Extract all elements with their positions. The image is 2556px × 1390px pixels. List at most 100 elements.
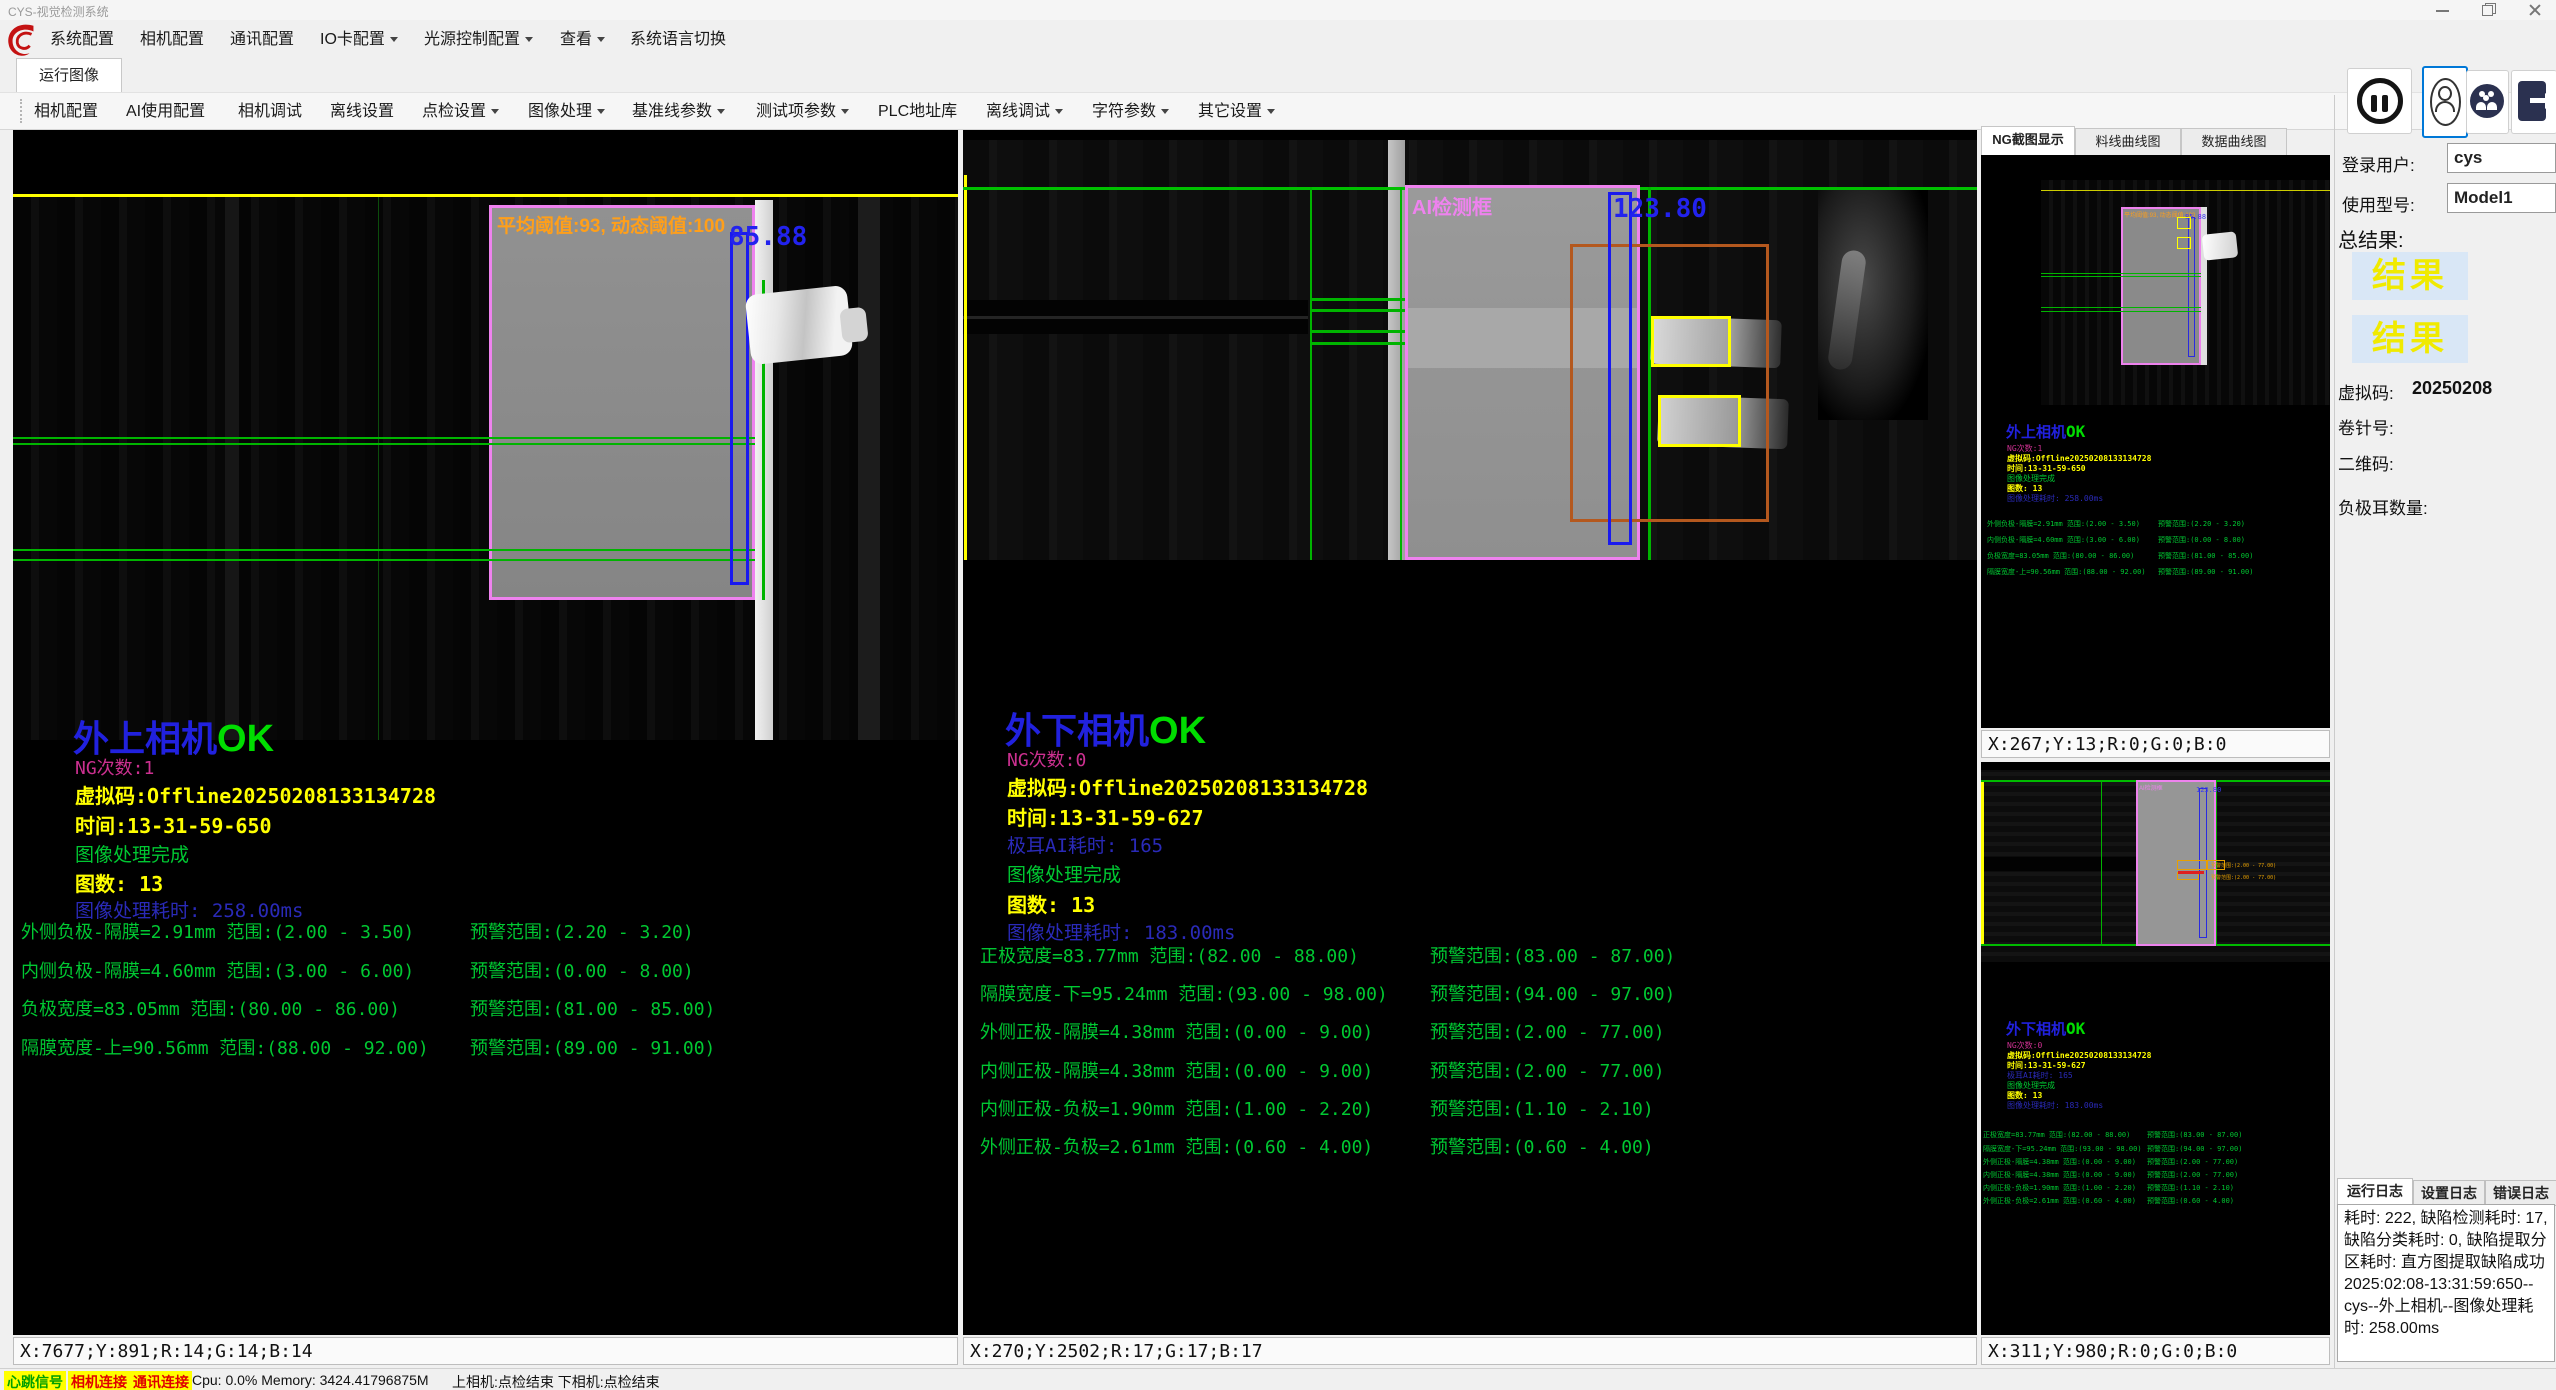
image-texture bbox=[963, 316, 1308, 319]
right-camera-view[interactable]: AI检测框 123.80 外下相机OK NG次数:0 虚拟码:Offline20… bbox=[963, 130, 1977, 1335]
left-camera-image bbox=[13, 194, 958, 740]
measurement-row: 内侧正极-负极=1.90mm 范围:(1.00 - 2.20) bbox=[980, 1095, 1373, 1121]
time-text: 时间:13-31-59-627 bbox=[1007, 802, 1204, 831]
menu-io-config[interactable]: IO卡配置 bbox=[320, 20, 398, 58]
mini-meas: 外侧正极-隔膜=4.38mm 范围:(0.00 - 9.00) bbox=[1983, 1157, 2136, 1167]
mini-annotation: 预警范围:(2.00 - 77.00) bbox=[2211, 874, 2276, 881]
mini-meas: 负极宽度=83.05mm 范围:(80.00 - 86.00) bbox=[1987, 551, 2134, 561]
tool-spotcheck-set[interactable]: 点检设置 bbox=[422, 93, 499, 129]
mini-green-line bbox=[2041, 307, 2201, 308]
mini-green-line bbox=[2041, 273, 2201, 274]
mini-width-value: 123.80 bbox=[2196, 786, 2221, 794]
mini-meas: 内侧负极-隔膜=4.60mm 范围:(3.00 - 6.00) bbox=[1987, 535, 2140, 545]
negative-tab-count-label: 负极耳数量: bbox=[2338, 494, 2428, 519]
virtual-code-value: 20250208 bbox=[2412, 378, 2492, 399]
virtual-code-label: 虚拟码: bbox=[2338, 379, 2394, 404]
green-measure-line bbox=[13, 437, 755, 439]
camera-link-badge: 相机连接 bbox=[68, 1371, 130, 1390]
mini-sheet-edge bbox=[2201, 207, 2207, 365]
measurement-row: 外侧负极-隔膜=2.91mm 范围:(2.00 - 3.50) bbox=[21, 918, 414, 944]
menu-light-config[interactable]: 光源控制配置 bbox=[424, 20, 533, 58]
mini-green-line bbox=[2101, 780, 2102, 946]
dropdown-icon bbox=[717, 109, 725, 114]
app-logo-icon bbox=[4, 21, 42, 59]
run-log-text[interactable]: 耗时: 222, 缺陷检测耗时: 17, 缺陷分类耗时: 0, 缺陷提取分区耗时… bbox=[2337, 1204, 2555, 1362]
tool-ai-config[interactable]: AI使用配置 bbox=[126, 93, 205, 129]
tab-run-log[interactable]: 运行日志 bbox=[2337, 1178, 2413, 1205]
left-camera-view[interactable]: 平均阈值:93, 动态阈值:100 85.88 外上相机OK NG次数:1 虚拟… bbox=[13, 130, 958, 1335]
menu-language-switch[interactable]: 系统语言切换 bbox=[630, 20, 726, 58]
measurement-row: 正极宽度=83.77mm 范围:(82.00 - 88.00) bbox=[980, 942, 1359, 968]
measurement-warn: 预警范围:(0.60 - 4.00) bbox=[1430, 1133, 1654, 1159]
ng-preview-top[interactable]: 平均阈值:93, 动态阈值:100 85.88 外上相机OK NG次数:1 虚拟… bbox=[1981, 155, 2330, 728]
menu-camera-config[interactable]: 相机配置 bbox=[140, 20, 204, 58]
ng-tab-bar: NG截图显示 料线曲线图 数据曲线图 bbox=[1981, 125, 2330, 155]
mini-meas: 预警范围:(2.00 - 77.00) bbox=[2147, 1170, 2238, 1180]
window-title: CYS-视觉检测系统 bbox=[8, 3, 109, 20]
tab-run-image[interactable]: 运行图像 bbox=[16, 58, 122, 92]
menu-view[interactable]: 查看 bbox=[560, 20, 605, 58]
dropdown-icon bbox=[1161, 109, 1169, 114]
tool-offline-debug[interactable]: 离线调试 bbox=[986, 93, 1063, 129]
dropdown-icon bbox=[597, 109, 605, 114]
restore-button-icon[interactable] bbox=[2473, 2, 2503, 18]
dropdown-icon bbox=[597, 37, 605, 42]
width-value-text: 85.88 bbox=[729, 222, 807, 252]
tool-offline-set[interactable]: 离线设置 bbox=[330, 93, 394, 129]
virtual-code-text: 虚拟码:Offline20250208133134728 bbox=[1007, 772, 1368, 801]
tool-char-param[interactable]: 字符参数 bbox=[1092, 93, 1169, 129]
mini-meas: 隔膜宽度-下=95.24mm 范围:(93.00 - 98.00) bbox=[1983, 1144, 2142, 1154]
model-label: 使用型号: bbox=[2342, 191, 2415, 216]
tab-ng-display[interactable]: NG截图显示 bbox=[1981, 126, 2075, 156]
elapsed-text: 图像处理耗时: 183.00ms bbox=[1007, 918, 1235, 945]
time-text: 时间:13-31-59-650 bbox=[75, 810, 272, 839]
left-pixel-coords: X:7677;Y:891;R:14;G:14;B:14 bbox=[13, 1337, 958, 1365]
measurement-row: 内侧负极-隔膜=4.60mm 范围:(3.00 - 6.00) bbox=[21, 957, 414, 983]
ai-box-label: AI检测框 bbox=[1412, 191, 1492, 220]
login-user-field[interactable]: cys bbox=[2447, 143, 2556, 173]
minimize-button-icon[interactable] bbox=[2428, 2, 2458, 18]
login-user-label: 登录用户: bbox=[2342, 151, 2415, 176]
tool-image-process[interactable]: 图像处理 bbox=[528, 93, 605, 129]
mini-meas: 正极宽度=83.77mm 范围:(82.00 - 88.00) bbox=[1983, 1130, 2130, 1140]
close-button-icon[interactable] bbox=[2520, 2, 2550, 18]
tab-error-log[interactable]: 错误日志 bbox=[2485, 1180, 2556, 1206]
pause-button[interactable] bbox=[2347, 68, 2412, 134]
width-value-text: 123.80 bbox=[1613, 194, 1707, 224]
mini-meas: 预警范围:(83.00 - 87.00) bbox=[2147, 1130, 2242, 1140]
comm-link-badge: 通讯连接 bbox=[130, 1371, 192, 1390]
mini-yellow-line bbox=[2041, 190, 2330, 191]
users-button[interactable] bbox=[2466, 70, 2509, 134]
mini-meas: 预警范围:(1.10 - 2.10) bbox=[2147, 1183, 2234, 1193]
ai-time-text: 极耳AI耗时: 165 bbox=[1007, 831, 1163, 858]
tool-other-set[interactable]: 其它设置 bbox=[1198, 93, 1275, 129]
tool-camera-config[interactable]: 相机配置 bbox=[34, 93, 98, 129]
view-tab-row: 运行图像 bbox=[0, 58, 2556, 92]
mini-meas: 预警范围:(94.00 - 97.00) bbox=[2147, 1144, 2242, 1154]
mini-elapsed: 图像处理耗时: 258.00ms bbox=[2007, 493, 2103, 504]
mini-elapsed: 图像处理耗时: 183.00ms bbox=[2007, 1100, 2103, 1111]
process-done-text: 图像处理完成 bbox=[75, 840, 189, 867]
mini-annotation: 预警范围:(2.00 - 77.00) bbox=[2211, 862, 2276, 869]
tool-plc-address[interactable]: PLC地址库 bbox=[878, 93, 957, 129]
virtual-code-text: 虚拟码:Offline20250208133134728 bbox=[75, 780, 436, 809]
tab-set-log[interactable]: 设置日志 bbox=[2413, 1180, 2485, 1206]
tool-test-param[interactable]: 测试项参数 bbox=[756, 93, 849, 129]
mini-meas: 外侧正极-负极=2.61mm 范围:(0.60 - 4.00) bbox=[1983, 1196, 2136, 1206]
menu-comm-config[interactable]: 通讯配置 bbox=[230, 20, 294, 58]
measurement-warn: 预警范围:(2.00 - 77.00) bbox=[1430, 1057, 1665, 1083]
measurement-warn: 预警范围:(2.00 - 77.00) bbox=[1430, 1018, 1665, 1044]
mini-meas: 内侧正极-负极=1.90mm 范围:(1.00 - 2.20) bbox=[1983, 1183, 2136, 1193]
measurement-row: 外侧正极-隔膜=4.38mm 范围:(0.00 - 9.00) bbox=[980, 1018, 1373, 1044]
tool-baseline-param[interactable]: 基准线参数 bbox=[632, 93, 725, 129]
heartbeat-badge: 心跳信号 bbox=[4, 1371, 66, 1390]
logout-button[interactable] bbox=[2511, 70, 2556, 134]
ng-preview-bottom[interactable]: AI检测框 123.80 预警范围:(2.00 - 77.00) 预警范围:(2… bbox=[1981, 762, 2330, 1335]
tab-line-curve[interactable]: 料线曲线图 bbox=[2075, 128, 2181, 156]
tool-camera-debug[interactable]: 相机调试 bbox=[238, 93, 302, 129]
metal-tab-blob bbox=[745, 285, 854, 365]
menu-system-config[interactable]: 系统配置 bbox=[50, 20, 114, 58]
user-button[interactable] bbox=[2422, 66, 2468, 138]
model-field[interactable]: Model1 bbox=[2447, 183, 2556, 213]
tab-data-curve[interactable]: 数据曲线图 bbox=[2181, 128, 2287, 156]
